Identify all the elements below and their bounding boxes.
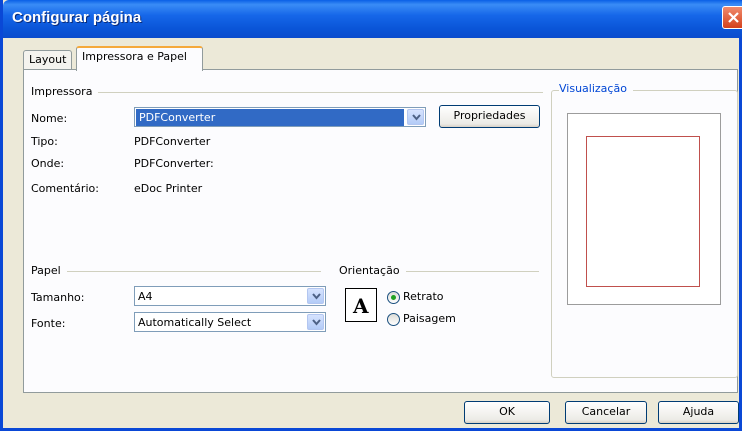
printer-comment-value: eDoc Printer xyxy=(134,182,203,195)
preview-margin-rect xyxy=(586,136,700,287)
paper-size-label: Tamanho: xyxy=(31,291,85,304)
printer-name-dropdown-button[interactable] xyxy=(407,109,424,125)
title-bar[interactable]: Configurar página xyxy=(3,0,742,38)
portrait-radio-label[interactable]: Retrato xyxy=(403,290,444,303)
preview-group-label: Visualização xyxy=(559,82,633,95)
ok-button[interactable]: OK xyxy=(464,401,550,424)
radio-selected-dot xyxy=(391,295,396,300)
printer-group-line xyxy=(31,92,543,93)
orientation-group-label: Orientação xyxy=(339,264,406,277)
tab-layout[interactable]: Layout xyxy=(23,50,73,69)
page-setup-dialog: Configurar página Layout Impressora e Pa… xyxy=(0,0,742,431)
printer-where-value: PDFConverter: xyxy=(134,157,214,170)
paper-source-label: Fonte: xyxy=(31,317,66,330)
landscape-radio[interactable] xyxy=(387,313,400,326)
paper-size-select[interactable]: A4 xyxy=(134,286,326,306)
close-icon xyxy=(728,12,739,23)
paper-source-select[interactable]: Automatically Select xyxy=(134,312,326,332)
paper-source-dropdown-button[interactable] xyxy=(307,314,324,330)
printer-type-value: PDFConverter xyxy=(134,135,211,148)
paper-size-dropdown-button[interactable] xyxy=(307,288,324,304)
paper-source-value: Automatically Select xyxy=(138,316,252,329)
properties-button[interactable]: Propriedades xyxy=(439,105,540,128)
portrait-page-icon-letter: A xyxy=(353,294,369,318)
paper-group-label: Papel xyxy=(31,264,67,277)
tab-layout-label: Layout xyxy=(29,53,67,66)
portrait-radio[interactable] xyxy=(387,291,400,304)
tab-printer-paper-label: Impressora e Papel xyxy=(82,50,187,63)
printer-where-label: Onde: xyxy=(31,157,65,170)
cancel-button[interactable]: Cancelar xyxy=(565,401,647,424)
printer-name-select[interactable]: PDFConverter xyxy=(134,107,426,127)
window-title: Configurar página xyxy=(12,9,142,26)
paper-group-line xyxy=(31,271,321,272)
printer-type-label: Tipo: xyxy=(31,135,58,148)
close-button[interactable] xyxy=(722,6,742,29)
chevron-down-icon xyxy=(412,114,421,121)
printer-comment-label: Comentário: xyxy=(31,182,99,195)
portrait-page-icon: A xyxy=(345,288,377,322)
printer-name-value: PDFConverter xyxy=(136,109,404,126)
chevron-down-icon xyxy=(312,319,321,326)
help-button[interactable]: Ajuda xyxy=(658,401,739,424)
paper-size-value: A4 xyxy=(138,290,153,303)
printer-name-label: Nome: xyxy=(31,112,68,125)
chevron-down-icon xyxy=(312,293,321,300)
printer-group-label: Impressora xyxy=(31,85,99,98)
tab-printer-paper[interactable]: Impressora e Papel xyxy=(76,46,203,71)
landscape-radio-label[interactable]: Paisagem xyxy=(403,312,456,325)
